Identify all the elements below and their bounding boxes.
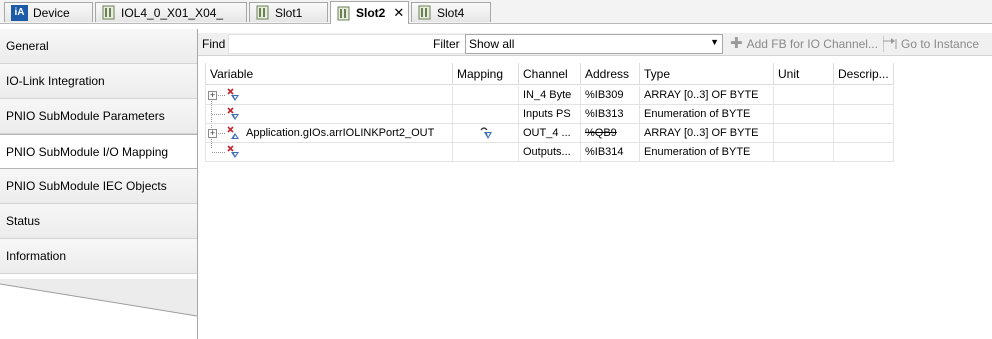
output-channel-icon xyxy=(227,126,239,139)
tree-connector xyxy=(212,152,225,153)
column-header-mapping[interactable]: Mapping xyxy=(453,63,519,85)
description-cell[interactable] xyxy=(834,124,894,143)
sidebar-item-label: Status xyxy=(6,214,41,228)
add-fb-button[interactable]: ✚ Add FB for IO Channel... xyxy=(730,35,878,52)
type-cell: Enumeration of BYTE xyxy=(640,143,774,162)
module-icon xyxy=(256,5,269,20)
tree-connector xyxy=(212,114,225,115)
column-header-address[interactable]: Address xyxy=(581,63,640,85)
address-cell: %IB314 xyxy=(581,143,640,162)
unit-cell[interactable] xyxy=(774,124,834,143)
tab-label: Slot2 xyxy=(356,6,386,20)
tab-slot1[interactable]: Slot1 xyxy=(249,2,328,22)
channel-cell: IN_4 Byte xyxy=(519,86,581,105)
mapping-cell[interactable] xyxy=(453,124,519,143)
sidebar-item-label: PNIO SubModule Parameters xyxy=(6,109,165,123)
go-to-instance-button[interactable]: Go to Instance xyxy=(882,37,979,51)
type-cell: Enumeration of BYTE xyxy=(640,105,774,124)
go-to-instance-icon xyxy=(883,38,897,49)
tab-label: Slot1 xyxy=(275,5,303,20)
existing-variable-icon xyxy=(480,127,492,139)
dropdown-arrow-icon[interactable]: ▼ xyxy=(710,37,719,47)
type-cell: ARRAY [0..3] OF BYTE xyxy=(640,86,774,105)
table-row[interactable]: Outputs... %IB314 Enumeration of BYTE xyxy=(205,143,894,162)
input-channel-icon xyxy=(227,88,239,101)
ia-device-icon: iA xyxy=(11,4,28,21)
table-row[interactable]: + Application.gIOs.arrIOLINKPort2_OUT OU… xyxy=(205,124,894,143)
sidebar-item-label: IO-Link Integration xyxy=(6,74,105,88)
variable-cell[interactable] xyxy=(205,105,453,124)
variable-cell[interactable]: + Application.gIOs.arrIOLINKPort2_OUT xyxy=(205,124,453,143)
address-cell: %QB9 xyxy=(581,124,640,143)
sidebar-item-information[interactable]: Information xyxy=(0,239,197,274)
column-header-variable[interactable]: Variable xyxy=(205,63,453,85)
variable-name: Application.gIOs.arrIOLINKPort2_OUT xyxy=(246,127,435,139)
unit-cell[interactable] xyxy=(774,105,834,124)
mapping-cell[interactable] xyxy=(453,105,519,124)
editor-tab-strip: iA Device IOL4_0_X01_X04_ Slot1 Slot2 ✕ … xyxy=(0,0,992,24)
filter-select[interactable]: Show all ▼ xyxy=(465,34,723,54)
go-to-instance-label: Go to Instance xyxy=(901,37,980,51)
sidebar-item-label: General xyxy=(6,39,49,53)
description-cell[interactable] xyxy=(834,143,894,162)
address-cell: %IB313 xyxy=(581,105,640,124)
filter-selected-value: Show all xyxy=(469,37,515,51)
column-header-channel[interactable]: Channel xyxy=(519,63,581,85)
tab-device[interactable]: iA Device xyxy=(4,2,93,22)
sidebar-item-status[interactable]: Status xyxy=(0,204,197,239)
variable-cell[interactable]: + xyxy=(205,86,453,105)
sidebar-item-pnio-iec-objects[interactable]: PNIO SubModule IEC Objects xyxy=(0,169,197,204)
channel-cell: Inputs PS xyxy=(519,105,581,124)
table-row[interactable]: Inputs PS %IB313 Enumeration of BYTE xyxy=(205,105,894,124)
channel-cell: Outputs... xyxy=(519,143,581,162)
module-icon xyxy=(337,6,350,20)
sidebar-item-general[interactable]: General xyxy=(0,29,197,64)
tab-label: IOL4_0_X01_X04_ xyxy=(121,5,224,20)
tree-connector xyxy=(218,133,225,134)
input-channel-icon xyxy=(227,145,239,158)
sidebar-item-label: PNIO SubModule I/O Mapping xyxy=(6,144,169,159)
io-mapping-toolbar: Find Filter Show all ▼ ✚ Add FB for IO C… xyxy=(198,33,992,56)
sidebar-item-label: PNIO SubModule IEC Objects xyxy=(6,179,167,193)
column-header-type[interactable]: Type xyxy=(640,63,774,85)
tab-label: Device xyxy=(33,5,70,20)
module-icon xyxy=(102,5,115,20)
description-cell[interactable] xyxy=(834,86,894,105)
sidebar-item-pnio-io-mapping[interactable]: PNIO SubModule I/O Mapping xyxy=(0,134,197,169)
tree-connector xyxy=(218,95,225,96)
sidebar-bottom-divider xyxy=(0,279,197,317)
description-cell[interactable] xyxy=(834,105,894,124)
mapping-cell[interactable] xyxy=(453,86,519,105)
column-header-description[interactable]: Descrip... xyxy=(834,63,894,85)
expand-icon[interactable]: + xyxy=(208,91,217,100)
add-fb-label: Add FB for IO Channel... xyxy=(746,37,878,51)
mapping-cell[interactable] xyxy=(453,143,519,162)
expand-icon[interactable]: + xyxy=(208,129,217,138)
unit-cell[interactable] xyxy=(774,143,834,162)
find-label: Find xyxy=(202,37,226,51)
channel-cell: OUT_4 ... xyxy=(519,124,581,143)
input-channel-icon xyxy=(227,107,239,120)
tab-slot4[interactable]: Slot4 xyxy=(411,2,491,22)
table-row[interactable]: + IN_4 Byte %IB309 ARRAY [0..3] OF BYTE xyxy=(205,86,894,105)
type-cell: ARRAY [0..3] OF BYTE xyxy=(640,124,774,143)
tab-slot2[interactable]: Slot2 ✕ xyxy=(330,1,409,24)
variable-cell[interactable] xyxy=(205,143,453,162)
unit-cell[interactable] xyxy=(774,86,834,105)
sidebar-item-pnio-parameters[interactable]: PNIO SubModule Parameters xyxy=(0,99,197,134)
sidebar-item-io-link-integration[interactable]: IO-Link Integration xyxy=(0,64,197,99)
io-mapping-panel: Find Filter Show all ▼ ✚ Add FB for IO C… xyxy=(197,29,992,339)
tab-label: Slot4 xyxy=(437,5,465,20)
module-icon xyxy=(418,5,431,20)
address-cell: %IB309 xyxy=(581,86,640,105)
filter-label: Filter xyxy=(433,37,460,51)
close-icon[interactable]: ✕ xyxy=(393,5,404,21)
plus-icon: ✚ xyxy=(730,35,743,52)
tab-iol4[interactable]: IOL4_0_X01_X04_ xyxy=(95,2,247,22)
io-mapping-grid: Variable Mapping Channel Address Type Un… xyxy=(205,63,894,192)
column-header-unit[interactable]: Unit xyxy=(774,63,834,85)
sidebar-item-label: Information xyxy=(6,249,67,263)
device-editor-sidebar: General IO-Link Integration PNIO SubModu… xyxy=(0,29,197,339)
